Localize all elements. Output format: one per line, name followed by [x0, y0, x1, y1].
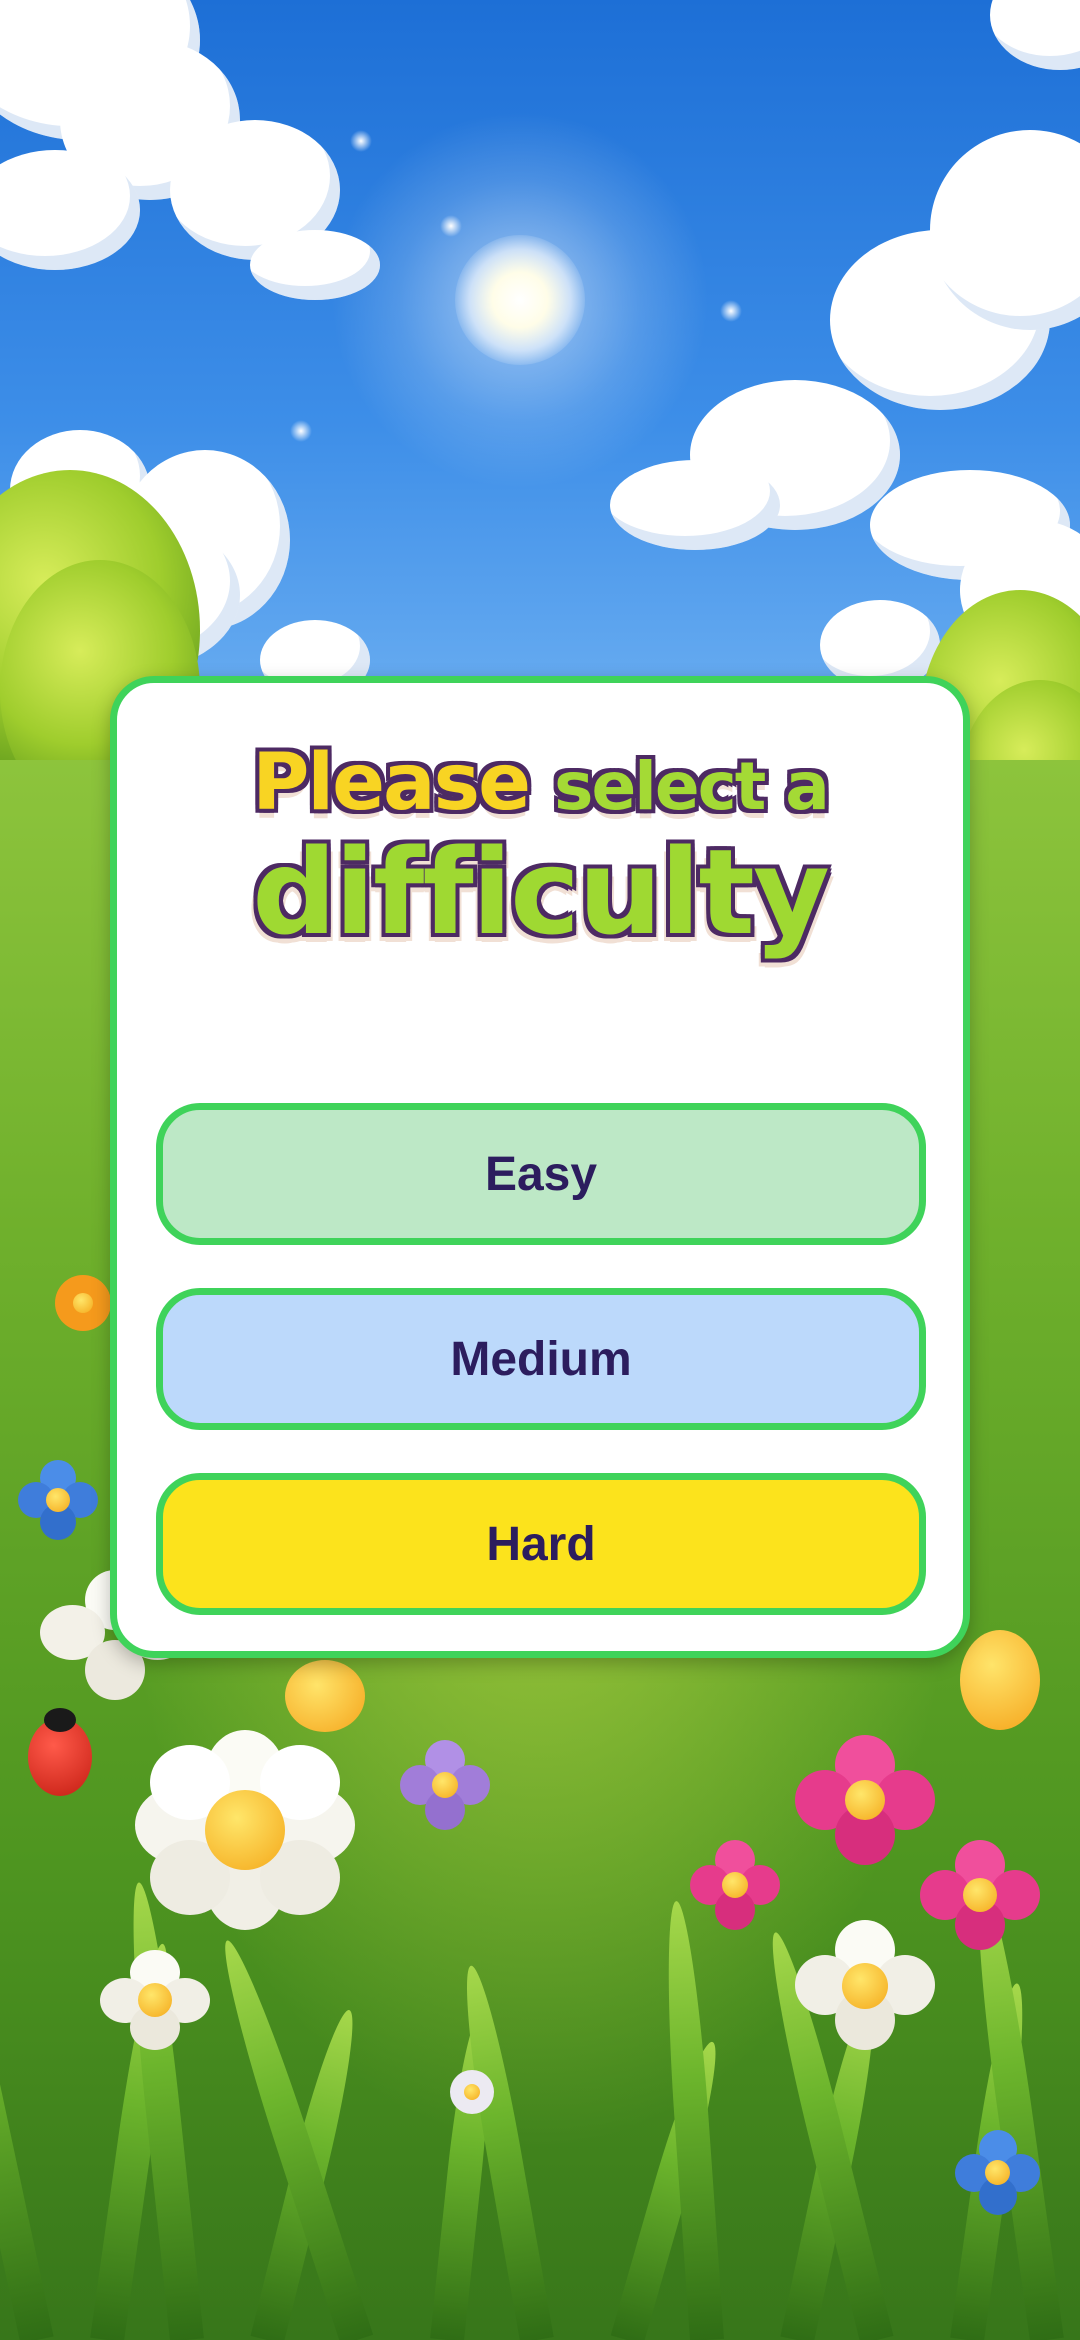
pink-flower-icon	[920, 1840, 1040, 1950]
difficulty-title: Please select a difficulty	[157, 728, 923, 961]
medium-button[interactable]: Medium	[156, 1288, 926, 1430]
easy-button[interactable]: Easy	[156, 1103, 926, 1245]
pink-flower-icon	[690, 1840, 780, 1930]
sparkle-icon	[440, 215, 462, 237]
white-flower-icon	[450, 2070, 494, 2114]
daisy-icon	[100, 1950, 210, 2050]
title-words-select-a: select a	[554, 748, 830, 825]
sparkle-icon	[350, 130, 372, 152]
purple-flower-icon	[400, 1740, 490, 1830]
title-word-please: Please	[252, 738, 531, 828]
butterfly-icon	[960, 1630, 1040, 1730]
blue-flower-icon	[18, 1460, 98, 1540]
butterfly-icon	[285, 1660, 365, 1732]
daisy-icon	[795, 1920, 935, 2050]
ladybug-icon	[28, 1708, 92, 1796]
sun-icon	[455, 235, 585, 365]
daisy-icon	[135, 1730, 355, 1930]
sparkle-icon	[290, 420, 312, 442]
sparkle-icon	[720, 300, 742, 322]
hard-button[interactable]: Hard	[156, 1473, 926, 1615]
blue-flower-icon	[955, 2130, 1040, 2215]
game-background: Please select a difficulty Easy Medium H…	[0, 0, 1080, 2340]
pink-flower-icon	[795, 1735, 935, 1865]
title-word-difficulty: difficulty	[252, 823, 830, 961]
orange-flower-icon	[55, 1275, 111, 1331]
difficulty-dialog: Please select a difficulty Easy Medium H…	[110, 676, 970, 1658]
